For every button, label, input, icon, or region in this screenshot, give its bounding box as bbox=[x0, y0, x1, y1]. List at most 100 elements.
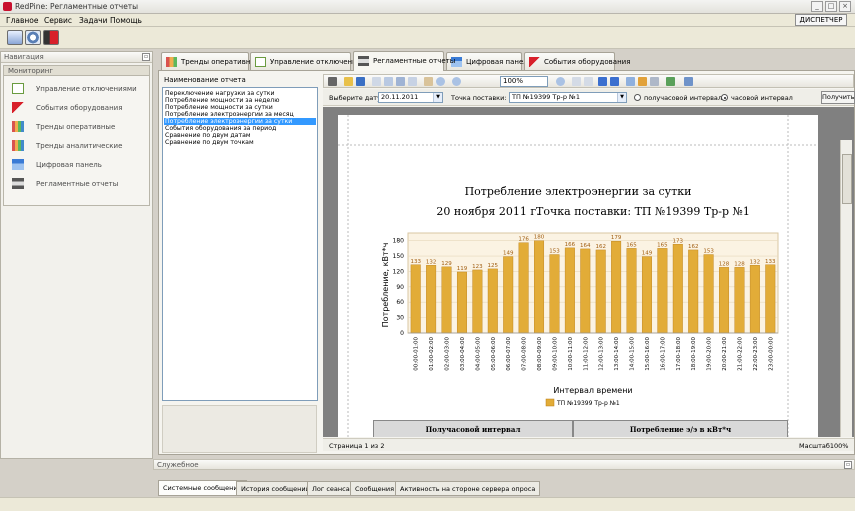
tab-digital-panel[interactable]: Цифровая панель bbox=[446, 52, 532, 70]
report-date: 20 ноября 2011 г. bbox=[436, 205, 539, 218]
nav-item-equipment-events[interactable]: События оборудования bbox=[12, 101, 150, 115]
bar-value-label: 180 bbox=[534, 235, 545, 241]
nav-item-analytic-trends[interactable]: Тренды аналитические bbox=[12, 139, 150, 153]
tab-system-messages[interactable]: Системные сообщения bbox=[158, 480, 247, 496]
page-icon[interactable] bbox=[408, 77, 417, 86]
title-bar: RedPine: Регламентные отчеты _ □ × bbox=[0, 0, 855, 14]
zoom-value: 100% bbox=[503, 77, 524, 85]
panel-icon bbox=[12, 159, 24, 170]
tab-equipment-events[interactable]: События оборудования bbox=[524, 52, 630, 70]
x-tick-label: 16:00-17:00 bbox=[660, 337, 666, 371]
save-icon[interactable] bbox=[356, 77, 365, 86]
send-email-icon[interactable] bbox=[684, 77, 693, 86]
legend-label: ТП №19399 Тр-р №1 bbox=[556, 400, 620, 407]
maximize-button[interactable]: □ bbox=[825, 1, 837, 12]
menu-main[interactable]: Главное bbox=[6, 16, 39, 25]
bar bbox=[441, 266, 452, 334]
nav-item-scheduled-reports[interactable]: Регламентные отчеты bbox=[12, 177, 150, 191]
last-page-icon[interactable] bbox=[610, 77, 619, 86]
hand-icon[interactable] bbox=[424, 77, 433, 86]
app-icon bbox=[3, 2, 12, 11]
report-list-item[interactable]: Переключение нагрузки за сутки bbox=[164, 90, 316, 97]
flag-icon bbox=[12, 102, 24, 113]
report-list-item[interactable]: Потребление мощности за неделю bbox=[164, 97, 316, 104]
print-icon[interactable] bbox=[372, 77, 381, 86]
vertical-scrollbar[interactable] bbox=[840, 140, 852, 437]
date-picker[interactable]: 20.11.2011 ▼ bbox=[378, 92, 443, 103]
tab-message-history[interactable]: История сообщений bbox=[236, 481, 315, 496]
report-list-item[interactable]: Потребление электроэнергии за сутки bbox=[164, 118, 316, 125]
nav-item-label: Тренды аналитические bbox=[36, 142, 123, 150]
x-tick-label: 15:00-16:00 bbox=[645, 337, 651, 371]
legend-swatch bbox=[545, 398, 555, 407]
report-list-item[interactable]: Сравнение по двум датам bbox=[164, 132, 316, 139]
color-icon[interactable] bbox=[638, 77, 647, 86]
bar bbox=[657, 248, 668, 334]
nav-item-operational-trends[interactable]: Тренды оперативные bbox=[12, 120, 150, 134]
x-tick-label: 02:00-03:00 bbox=[445, 337, 451, 371]
dispatcher-button[interactable]: ДИСПЕТЧЕР bbox=[795, 14, 847, 26]
print-setup-icon[interactable] bbox=[384, 77, 393, 86]
tab-messages[interactable]: Сообщения bbox=[350, 481, 400, 496]
monitoring-group-header[interactable]: Мониторинг bbox=[3, 65, 150, 76]
multipage-icon[interactable] bbox=[626, 77, 635, 86]
pin-icon[interactable]: ▫ bbox=[142, 53, 150, 61]
pin-icon[interactable]: ▫ bbox=[844, 461, 852, 469]
tab-scheduled-reports[interactable]: Регламентные отчеты bbox=[353, 51, 455, 71]
printer-icon bbox=[12, 178, 24, 189]
zoom-in-icon[interactable] bbox=[556, 77, 565, 86]
report-list-item[interactable]: Потребление мощности за сутки bbox=[164, 104, 316, 111]
minimize-button[interactable]: _ bbox=[811, 1, 823, 12]
tab-outage-management[interactable]: Управление отключениями bbox=[250, 52, 371, 70]
x-tick-label: 11:00-12:00 bbox=[583, 337, 589, 371]
close-button[interactable]: × bbox=[839, 1, 851, 12]
hour-radio[interactable] bbox=[721, 94, 728, 101]
x-tick-label: 01:00-02:00 bbox=[429, 337, 435, 371]
report-list-item[interactable]: События оборудования за период bbox=[164, 125, 316, 132]
open-icon[interactable] bbox=[344, 77, 353, 86]
bar-value-label: 133 bbox=[410, 259, 421, 265]
binoculars-icon[interactable] bbox=[328, 77, 337, 86]
prev-page-icon[interactable] bbox=[584, 77, 593, 86]
zoom-icon[interactable] bbox=[436, 77, 445, 86]
chevron-down-icon[interactable]: ▼ bbox=[433, 93, 442, 102]
report-list[interactable]: Переключение нагрузки за сутки Потреблени… bbox=[162, 87, 318, 401]
x-tick-label: 04:00-05:00 bbox=[475, 337, 481, 371]
get-report-button[interactable]: Получить bbox=[821, 91, 855, 104]
window-title: RedPine: Регламентные отчеты bbox=[15, 2, 139, 11]
x-tick-label: 12:00-13:00 bbox=[599, 337, 605, 371]
bar bbox=[564, 247, 575, 334]
point-select[interactable]: ТП №19399 Тр-р №1 ▼ bbox=[509, 92, 627, 103]
zoom-out-icon[interactable] bbox=[452, 77, 461, 86]
exit-icon[interactable] bbox=[43, 30, 59, 45]
report-list-item[interactable]: Потребление электроэнергии за месяц bbox=[164, 111, 316, 118]
bar-value-label: 162 bbox=[595, 244, 606, 250]
refresh-icon[interactable] bbox=[25, 30, 41, 45]
mail-icon[interactable] bbox=[7, 30, 23, 45]
report-list-item[interactable]: Сравнение по двум точкам bbox=[164, 139, 316, 146]
bar-value-label: 125 bbox=[488, 263, 499, 269]
nav-item-label: Управление отключениями bbox=[36, 85, 137, 93]
menu-help[interactable]: Помощь bbox=[110, 16, 142, 25]
page-setup-icon[interactable] bbox=[396, 77, 405, 86]
chevron-down-icon[interactable]: ▼ bbox=[617, 93, 626, 102]
next-page-icon[interactable] bbox=[598, 77, 607, 86]
export-icon[interactable] bbox=[666, 77, 675, 86]
scroll-thumb[interactable] bbox=[842, 154, 852, 204]
first-page-icon[interactable] bbox=[572, 77, 581, 86]
watermark-icon[interactable] bbox=[650, 77, 659, 86]
y-tick-label: 180 bbox=[393, 238, 405, 245]
menu-service[interactable]: Сервис bbox=[44, 16, 72, 25]
nav-item-digital-panel[interactable]: Цифровая панель bbox=[12, 158, 150, 172]
half-hour-radio[interactable] bbox=[634, 94, 641, 101]
tab-operational-trends[interactable]: Тренды оперативные bbox=[161, 52, 260, 70]
bar-value-label: 173 bbox=[673, 238, 684, 244]
tab-session-log[interactable]: Лог сеанса bbox=[307, 481, 355, 496]
x-tick-label: 20:00-21:00 bbox=[722, 337, 728, 371]
navigation-header: Навигация ▫ bbox=[1, 52, 152, 63]
reports-content: Наименование отчета Переключение нагрузк… bbox=[158, 70, 855, 455]
zoom-combo[interactable]: 100% bbox=[500, 76, 548, 87]
menu-tasks[interactable]: Задачи bbox=[79, 16, 108, 25]
tab-poll-server-activity[interactable]: Активность на стороне сервера опроса bbox=[395, 481, 541, 496]
nav-item-outage-management[interactable]: Управление отключениями bbox=[12, 82, 150, 96]
